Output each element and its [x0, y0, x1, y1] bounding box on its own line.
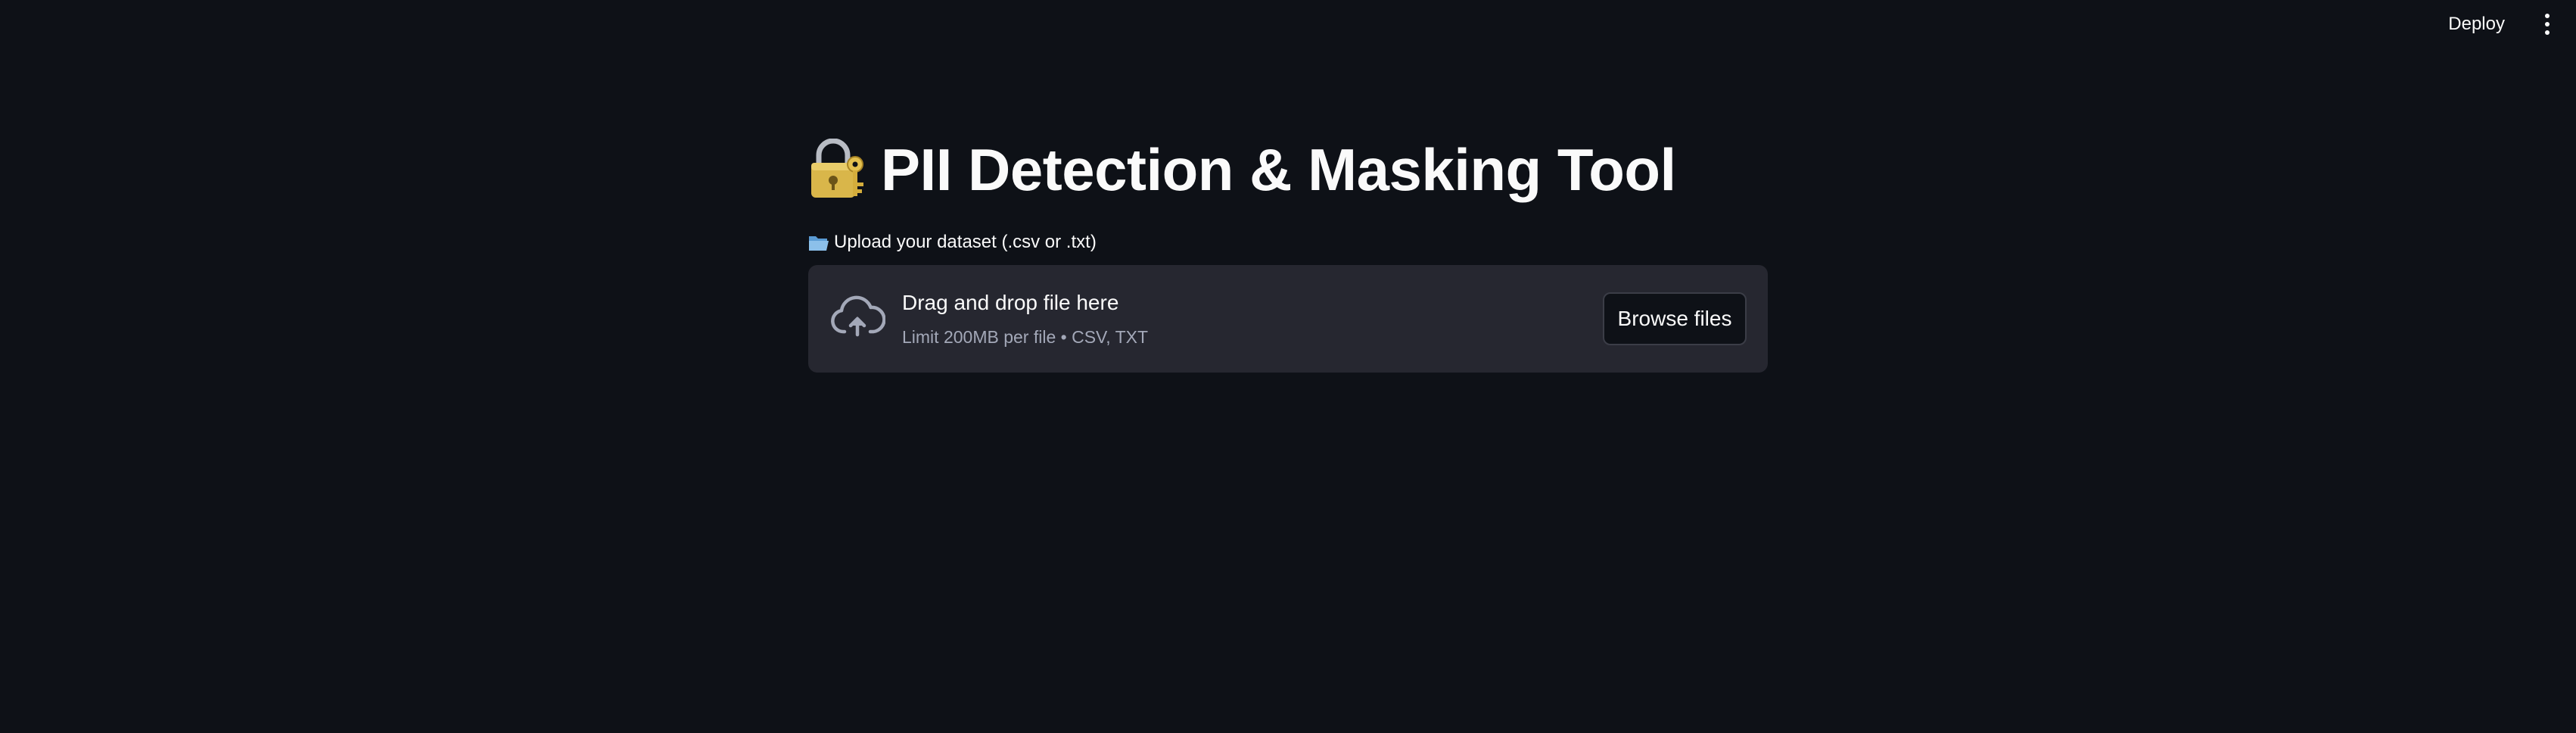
kebab-menu-icon[interactable] [2535, 11, 2559, 38]
browse-files-button[interactable]: Browse files [1603, 292, 1747, 345]
app-header: Deploy [0, 0, 2576, 48]
deploy-button[interactable]: Deploy [2442, 11, 2511, 38]
dropzone-limit-text: Limit 200MB per file • CSV, TXT [902, 327, 1149, 347]
dropzone-title: Drag and drop file here [902, 291, 1119, 314]
upload-label-text: Upload your dataset (.csv or .txt) [834, 232, 1097, 252]
page-title: PII Detection & Masking Tool [881, 136, 1676, 203]
kebab-dot [2545, 14, 2550, 18]
open-folder-icon [809, 236, 829, 251]
title-row: PII Detection & Masking Tool [808, 133, 1676, 206]
upload-label: Upload your dataset (.csv or .txt) [808, 229, 1097, 256]
kebab-dot [2545, 22, 2550, 27]
file-dropzone[interactable]: Drag and drop file here Limit 200MB per … [808, 265, 1768, 373]
kebab-dot [2545, 30, 2550, 35]
cloud-upload-icon [831, 295, 885, 337]
lock-with-key-icon [811, 139, 863, 198]
